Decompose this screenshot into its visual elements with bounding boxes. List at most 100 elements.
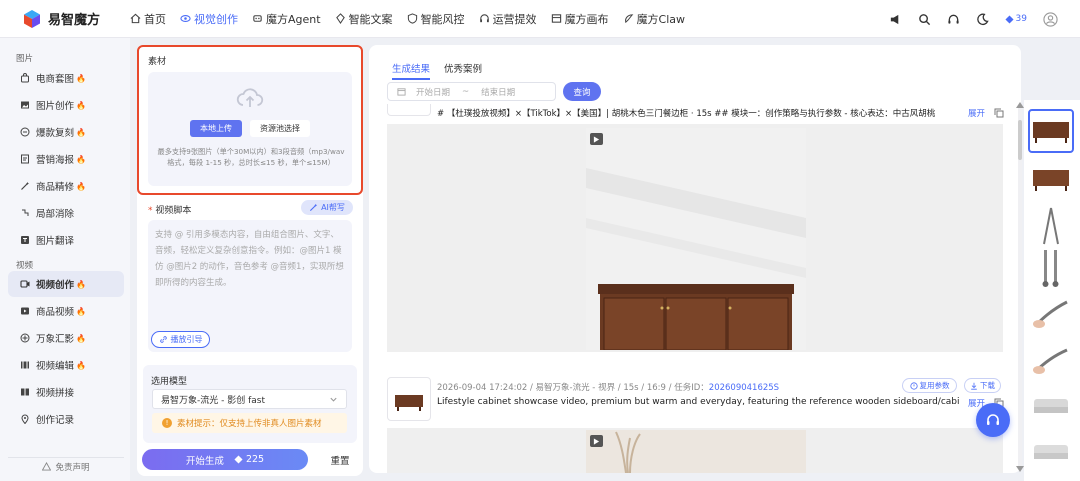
resource-pool-button[interactable]: 资源池选择 (250, 120, 310, 137)
scroll-down-icon[interactable] (1016, 466, 1024, 472)
ref-thumb-cabinet-2[interactable] (1028, 157, 1074, 201)
ref-thumb-hand-tongs-1[interactable] (1028, 292, 1074, 336)
sidebar-item-ecommerce-set[interactable]: 电商套图 🔥 (8, 65, 124, 91)
ref-thumb-hand-tongs-2[interactable] (1028, 338, 1074, 382)
query-button[interactable]: 查询 (563, 82, 601, 101)
disclaimer-link[interactable]: 免责声明 (8, 457, 124, 475)
date-range-picker[interactable]: 开始日期 ~ 结束日期 (387, 82, 556, 101)
model-label: 选用模型 (151, 377, 188, 387)
ref-thumb-sofa-1[interactable] (1028, 384, 1074, 428)
splice-icon (21, 388, 29, 396)
upload-description: 最多支持9张图片（单个30M以内）和3段音频（mp3/wav格式，每段 1-15… (157, 147, 345, 167)
user-avatar-icon[interactable] (1043, 11, 1058, 27)
result2-meta: 2026-09-04 17:24:02 / 易智万象-流光 - 视界 / 15s… (437, 383, 780, 393)
reset-button[interactable]: 重置 (325, 449, 355, 470)
result2-video-player[interactable] (586, 430, 806, 473)
headset-icon (987, 414, 999, 425)
nav-claw[interactable]: 魔方Claw (623, 0, 685, 38)
wand-icon (21, 182, 29, 190)
cabinet-video-frame (586, 128, 806, 350)
sidebar-item-image-translate[interactable]: 图片翻译 (8, 227, 124, 253)
start-date-input[interactable]: 开始日期 (416, 86, 450, 98)
material-tip: ! 素材提示：仅支持上传非真人图片素材 (152, 413, 347, 433)
calendar-icon (397, 88, 406, 96)
ref-thumb-utensils[interactable] (1028, 246, 1074, 290)
spark-icon (20, 333, 30, 343)
nav-smart-copy[interactable]: 智能文案 (335, 0, 393, 38)
nav-visual-creation[interactable]: 视觉创作 (180, 0, 238, 38)
nav-canvas[interactable]: 魔方画布 (551, 0, 609, 38)
pen-icon (335, 13, 345, 24)
nav-risk-control[interactable]: 智能风控 (407, 0, 465, 38)
support-chat-button[interactable] (976, 403, 1010, 437)
top-right-tools: 39 (873, 0, 1058, 38)
strip-scrollbar[interactable] (1018, 108, 1022, 468)
task-id-link[interactable]: 202609041625S (709, 383, 779, 393)
end-date-input[interactable]: 结束日期 (481, 86, 515, 98)
agent-icon (253, 15, 262, 22)
copy-icon (20, 127, 30, 137)
ref-thumb-tongs[interactable] (1028, 204, 1074, 248)
download-icon (971, 382, 977, 390)
location-pin-icon (21, 414, 29, 424)
start-generate-button[interactable]: 开始生成 225 (142, 449, 308, 470)
model-select[interactable]: 易智万象-流光 - 影创 fast (152, 389, 347, 409)
moon-icon[interactable] (976, 13, 989, 26)
tab-showcase[interactable]: 优秀案例 (444, 61, 482, 80)
eye-icon (180, 15, 191, 22)
reuse-params-button[interactable]: 复用参数 (902, 378, 957, 393)
ref-thumb-sofa-2[interactable] (1028, 430, 1074, 474)
bag-icon (21, 73, 29, 83)
film-edit-icon (21, 361, 29, 369)
result2-thumbnail[interactable] (387, 377, 431, 421)
sidebar-item-video-splice[interactable]: 视频拼接 (8, 379, 124, 405)
strip-scrollbar-thumb[interactable] (1018, 120, 1022, 160)
result1-video-player[interactable] (586, 128, 806, 350)
brand-logo[interactable]: 易智魔方 (22, 9, 130, 29)
scroll-up-icon[interactable] (1016, 102, 1024, 108)
shield-icon (407, 13, 417, 24)
megaphone-icon[interactable] (889, 13, 902, 26)
vase-video-frame (586, 430, 806, 473)
product-video-icon (21, 307, 29, 315)
play-guide-button[interactable]: 播放引导 (151, 331, 210, 348)
result1-thumbnail[interactable] (387, 104, 431, 116)
cloud-upload-icon (236, 88, 264, 107)
translate-icon (21, 236, 29, 244)
search-icon[interactable] (918, 13, 931, 26)
link-icon (159, 336, 167, 343)
sidebar-item-viral-copy[interactable]: 爆款复刻 🔥 (8, 119, 124, 145)
download-button[interactable]: 下载 (964, 378, 1001, 393)
copy-icon[interactable] (994, 108, 1004, 118)
sidebar-item-product-video[interactable]: 商品视频 🔥 (8, 298, 124, 324)
sidebar-item-video-edit[interactable]: 视频编辑 🔥 (8, 352, 124, 378)
nav-home[interactable]: 首页 (130, 0, 166, 38)
diamond-icon (1004, 14, 1014, 24)
result2-prompt: Lifestyle cabinet showcase video, premiu… (437, 397, 960, 407)
sidebar-item-image-creation[interactable]: 图片创作 🔥 (8, 92, 124, 118)
sidebar-section-image: 图片 (16, 54, 34, 64)
sidebar-item-history[interactable]: 创作记录 (8, 406, 124, 432)
result1-expand-link[interactable]: 展开 (968, 107, 985, 119)
upload-local-button[interactable]: 本地上传 (190, 120, 242, 137)
play-icon[interactable] (590, 133, 603, 145)
ref-thumb-cabinet-1[interactable] (1028, 109, 1074, 153)
material-label: 素材 (148, 57, 167, 67)
credit-coin-icon (234, 455, 243, 464)
sidebar-item-wanxiang[interactable]: 万象汇影 🔥 (8, 325, 124, 351)
play-icon[interactable] (590, 435, 603, 447)
sidebar-item-video-creation[interactable]: 视频创作 🔥 (8, 271, 124, 297)
sidebar-item-poster[interactable]: 营销海报 🔥 (8, 146, 124, 172)
credits-badge[interactable]: 39 (1004, 14, 1027, 24)
sidebar-item-local-erase[interactable]: 局部消除 (8, 200, 124, 226)
tab-results[interactable]: 生成结果 (392, 61, 431, 80)
eraser-icon (22, 209, 29, 216)
support-headset-icon[interactable] (947, 13, 960, 26)
nav-operations[interactable]: 运营提效 (479, 0, 537, 38)
nav-agent[interactable]: 魔方Agent (252, 0, 321, 38)
sidebar: 图片 电商套图 🔥 图片创作 🔥 爆款复刻 🔥 营销海报 🔥 商品精修 🔥 局部消除 图片… (0, 38, 130, 481)
poster-icon (21, 154, 29, 164)
ai-write-button[interactable]: AI帮写 (301, 200, 353, 215)
claw-icon (624, 14, 633, 24)
sidebar-item-product-retouch[interactable]: 商品精修 🔥 (8, 173, 124, 199)
